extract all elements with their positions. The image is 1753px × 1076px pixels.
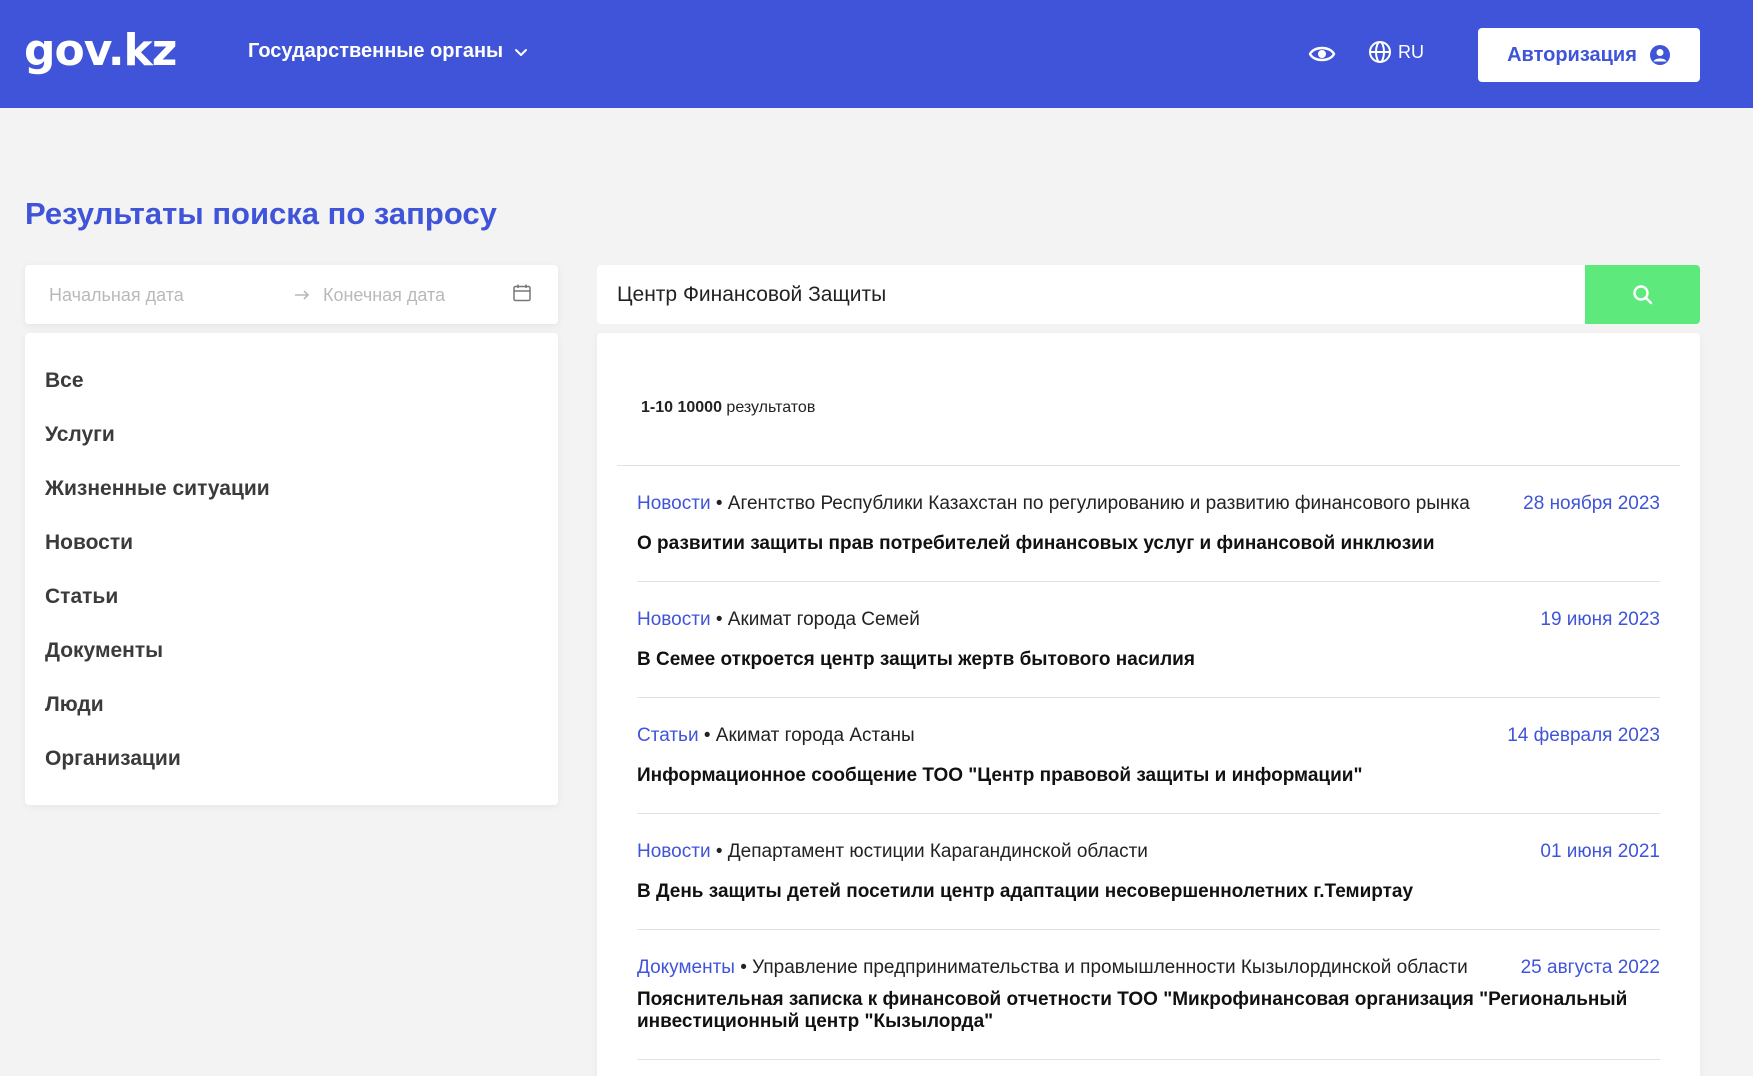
result-date: 19 июня 2023 <box>1540 609 1660 630</box>
search-input[interactable]: Центр Финансовой Защиты <box>597 265 1585 324</box>
result-date: 28 ноября 2023 <box>1523 493 1660 514</box>
user-circle-icon <box>1649 45 1670 65</box>
result-category[interactable]: Новости <box>637 841 711 862</box>
eye-icon[interactable] <box>1308 40 1336 68</box>
filter-news[interactable]: Новости <box>45 531 133 555</box>
result-source: Агентство Республики Казахстан по регули… <box>727 493 1470 514</box>
result-category[interactable]: Новости <box>637 609 711 630</box>
result-category[interactable]: Новости <box>637 493 711 514</box>
gov-agencies-menu[interactable]: Государственные органы <box>248 40 529 63</box>
top-header: gov.kz Государственные органы RU Авториз… <box>0 0 1753 108</box>
result-title[interactable]: В Семее откроется центр защиты жертв быт… <box>637 649 1660 671</box>
site-logo[interactable]: gov.kz <box>24 26 177 76</box>
result-title[interactable]: Информационное сообщение ТОО "Центр прав… <box>637 765 1660 787</box>
result-meta: Документы • Управление предпринимательст… <box>637 957 1468 978</box>
result-item: Статьи • Акимат города Астаны 14 февраля… <box>637 725 1660 814</box>
end-date-field[interactable]: Конечная дата <box>323 285 445 306</box>
result-date: 14 февраля 2023 <box>1507 725 1660 746</box>
results-count: 1-10 10000 результатов <box>641 399 815 417</box>
result-item: Новости • Акимат города Семей 19 июня 20… <box>637 609 1660 698</box>
login-button-label: Авторизация <box>1507 43 1637 66</box>
result-title[interactable]: Пояснительная записка к финансовой отчет… <box>637 989 1660 1033</box>
result-meta: Новости • Акимат города Семей <box>637 609 920 630</box>
globe-icon <box>1369 41 1391 63</box>
language-label: RU <box>1398 41 1424 62</box>
results-panel: 1-10 10000 результатов Новости • Агентст… <box>597 333 1700 1076</box>
result-date: 25 августа 2022 <box>1520 957 1660 978</box>
result-item: Документы • Управление предпринимательст… <box>637 957 1660 1060</box>
result-item: Новости • Департамент юстиции Карагандин… <box>637 841 1660 930</box>
page-title: Результаты поиска по запросу <box>25 196 497 231</box>
result-date: 01 июня 2021 <box>1540 841 1660 862</box>
divider <box>617 465 1680 466</box>
filter-articles[interactable]: Статьи <box>45 585 118 609</box>
search-icon <box>1632 284 1652 304</box>
divider <box>637 1059 1660 1060</box>
divider <box>637 813 1660 814</box>
results-count-range: 1-10 10000 <box>641 399 722 416</box>
divider <box>637 929 1660 930</box>
arrow-right-icon <box>295 290 310 300</box>
result-source: Департамент юстиции Карагандинской облас… <box>727 841 1148 862</box>
start-date-field[interactable]: Начальная дата <box>49 285 184 306</box>
category-filter-panel: Все Услуги Жизненные ситуации Новости Ст… <box>25 333 558 805</box>
filter-organizations[interactable]: Организации <box>45 747 181 771</box>
filter-people[interactable]: Люди <box>45 693 104 717</box>
result-title[interactable]: В День защиты детей посетили центр адапт… <box>637 881 1660 903</box>
login-button[interactable]: Авторизация <box>1478 28 1700 82</box>
result-source: Акимат города Астаны <box>715 725 915 746</box>
filter-documents[interactable]: Документы <box>45 639 163 663</box>
filter-life-situations[interactable]: Жизненные ситуации <box>45 477 270 501</box>
result-title[interactable]: О развитии защиты прав потребителей фина… <box>637 533 1660 555</box>
filter-services[interactable]: Услуги <box>45 423 115 447</box>
result-item: Новости • Агентство Республики Казахстан… <box>637 493 1660 582</box>
divider <box>637 697 1660 698</box>
result-category[interactable]: Статьи <box>637 725 699 746</box>
results-count-suffix: результатов <box>721 399 816 416</box>
gov-agencies-label: Государственные органы <box>248 40 504 62</box>
result-source: Управление предпринимательства и промышл… <box>752 957 1468 978</box>
divider <box>637 581 1660 582</box>
language-switcher[interactable]: RU <box>1368 40 1424 64</box>
result-meta: Новости • Департамент юстиции Карагандин… <box>637 841 1148 862</box>
search-button[interactable] <box>1585 265 1700 324</box>
result-category[interactable]: Документы <box>637 957 735 978</box>
date-range-picker[interactable]: Начальная дата Конечная дата <box>25 265 558 324</box>
filter-all[interactable]: Все <box>45 369 84 393</box>
chevron-down-icon <box>515 48 528 56</box>
result-meta: Новости • Агентство Республики Казахстан… <box>637 493 1470 514</box>
result-source: Акимат города Семей <box>727 609 920 630</box>
calendar-icon[interactable] <box>512 283 532 303</box>
